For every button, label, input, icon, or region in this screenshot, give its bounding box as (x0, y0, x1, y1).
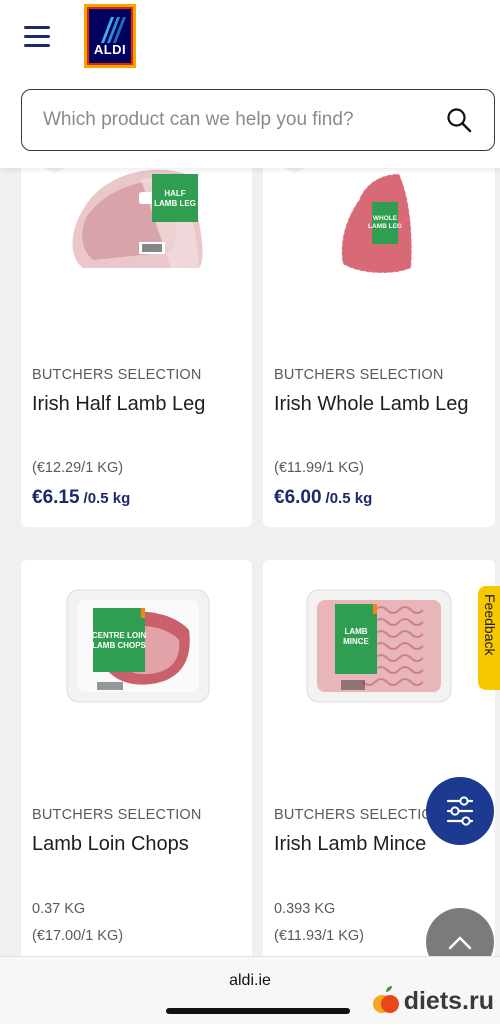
filter-icon (446, 796, 474, 826)
unit-price: (€17.00/1 KG) (32, 928, 124, 944)
package-label-line2: LAMB LEG (154, 199, 196, 208)
package-label-line1: LAMB (344, 627, 367, 636)
product-image: CENTRE LOIN LAMB CHOPS (66, 589, 210, 703)
price-unit: /0.5 kg (83, 490, 131, 507)
aldi-logo[interactable]: ALDI (84, 4, 136, 68)
logo-text: ALDI (93, 42, 127, 57)
package-label-line1: CENTRE LOIN (92, 631, 146, 640)
product-weight: 0.393 KG (274, 901, 336, 917)
logo-stripes-icon (101, 17, 126, 43)
apple-icon (372, 986, 399, 1013)
filter-button[interactable] (426, 777, 494, 845)
product-brand: BUTCHERS SELECTION (274, 367, 444, 383)
product-price: €6.00/0.5 kg (274, 487, 372, 509)
product-name[interactable]: Irish Half Lamb Leg (32, 393, 205, 416)
product-name[interactable]: Irish Whole Lamb Leg (274, 393, 469, 416)
product-brand: BUTCHERS SELECTION (32, 807, 202, 823)
product-image: WHOLE LAMB LEG (281, 144, 413, 274)
watermark: diets.ru (372, 985, 494, 1017)
price-value: €6.00 (274, 487, 322, 508)
search-input[interactable] (43, 90, 433, 149)
product-image: HALF LAMB LEG (41, 144, 203, 268)
package-label-line2: MINCE (343, 637, 369, 646)
price-unit: /0.5 kg (325, 490, 373, 507)
menu-icon[interactable] (24, 25, 50, 47)
package-label-line2: LAMB LEG (368, 223, 402, 230)
home-indicator (166, 1008, 350, 1014)
search-bar[interactable] (21, 89, 495, 151)
product-image: LAMB MINCE (306, 589, 452, 703)
product-brand: BUTCHERS SELECTION (274, 807, 444, 823)
unit-price: (€11.93/1 KG) (274, 928, 365, 944)
product-weight: 0.37 KG (32, 901, 86, 917)
product-card[interactable]: HALF LAMB LEG BUTCHERS SELECTION Irish H… (21, 140, 252, 527)
site-header: ALDI (0, 0, 500, 168)
browser-address-bar: aldi.ie diets.ru (0, 956, 500, 1024)
product-card[interactable]: LAMB MINCE BUTCHERS SELECTION Irish Lamb… (263, 560, 495, 960)
price-value: €6.15 (32, 487, 80, 508)
feedback-tab[interactable]: Feedback (478, 586, 500, 690)
package-label-line1: HALF (164, 189, 185, 198)
unit-price: (€12.29/1 KG) (32, 460, 124, 476)
unit-price: (€11.99/1 KG) (274, 460, 365, 476)
feedback-label: Feedback (482, 594, 498, 656)
product-price: €6.15/0.5 kg (32, 487, 130, 509)
product-name[interactable]: Irish Lamb Mince (274, 833, 426, 856)
watermark-text: diets.ru (403, 986, 494, 1015)
product-card[interactable]: CENTRE LOIN LAMB CHOPS BUTCHERS SELECTIO… (21, 560, 252, 960)
product-brand: BUTCHERS SELECTION (32, 367, 202, 383)
product-card[interactable]: WHOLE LAMB LEG BUTCHERS SELECTION Irish … (263, 140, 495, 527)
product-name[interactable]: Lamb Loin Chops (32, 833, 189, 856)
package-label-line2: LAMB CHOPS (92, 641, 146, 650)
search-icon[interactable] (446, 107, 472, 133)
package-label-line1: WHOLE (373, 215, 398, 222)
